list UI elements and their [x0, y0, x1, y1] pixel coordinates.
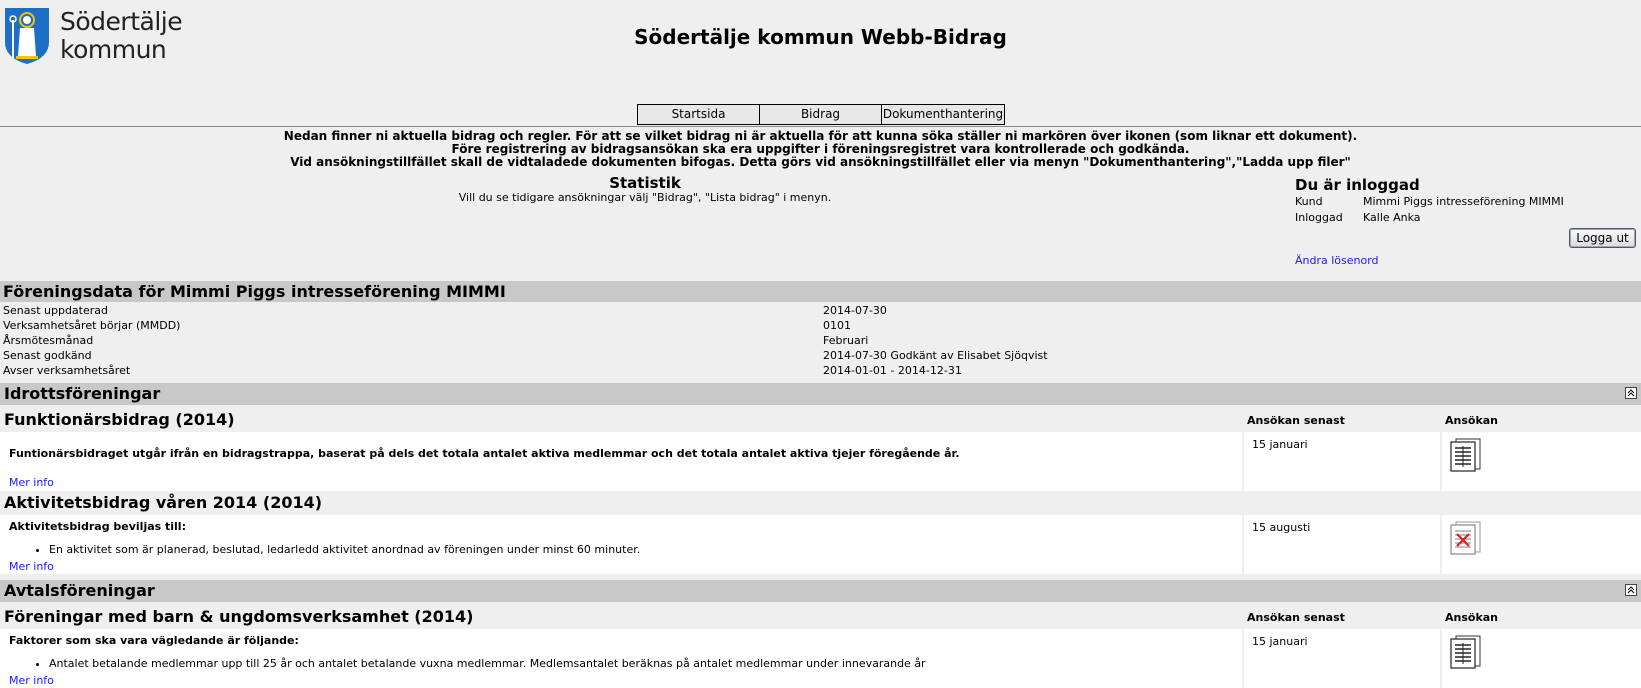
org-key: Senast godkänd [3, 349, 92, 362]
login-info: Du är inloggad Kund Mimmi Piggs intresse… [1295, 176, 1640, 267]
customer-value: Mimmi Piggs intresseförening MIMMI [1363, 195, 1564, 208]
nav-tab-dokumenthantering[interactable]: Dokumenthantering [882, 105, 1004, 124]
org-value: 2014-07-30 Godkänt av Elisabet Sjöqvist [823, 349, 1048, 362]
notice: Nedan finner ni aktuella bidrag och regl… [0, 130, 1641, 169]
grant-bullet: En aktivitet som är planerad, beslutad, … [49, 543, 640, 556]
change-password-link[interactable]: Ändra lösenord [1295, 254, 1379, 267]
grant-header: Funktionärsbidrag (2014) Ansökan senast … [0, 409, 1641, 431]
logout-button[interactable]: Logga ut [1569, 228, 1636, 248]
login-customer-row: Kund Mimmi Piggs intresseförening MIMMI [1295, 194, 1640, 210]
grant-title: Föreningar med barn & ungdomsverksamhet … [4, 607, 474, 626]
user-label: Inloggad [1295, 211, 1343, 224]
grant-body: Funtionärsbidraget utgår ifrån en bidrag… [0, 432, 1641, 491]
more-info-link[interactable]: Mer info [9, 476, 54, 489]
grant-desc-text: Aktivitetsbidrag beviljas till: [9, 520, 186, 533]
section-avtal-bar: Avtalsföreningar [0, 580, 1641, 602]
document-icon[interactable] [1450, 438, 1482, 472]
section-title: Idrottsföreningar [4, 384, 161, 403]
org-row: Senast uppdaterad 2014-07-30 [3, 303, 1403, 318]
grant-deadline: 15 januari [1246, 432, 1442, 491]
header-divider [0, 126, 1641, 127]
org-header: Föreningsdata för Mimmi Piggs intressefö… [0, 281, 1641, 302]
site-title: Södertälje kommun Webb-Bidrag [634, 25, 1007, 49]
org-value: 0101 [823, 319, 851, 332]
nav-tab-bidrag[interactable]: Bidrag [760, 105, 882, 124]
login-user-row: Inloggad Kalle Anka [1295, 210, 1640, 226]
section-title: Avtalsföreningar [4, 581, 155, 600]
org-key: Avser verksamhetsåret [3, 364, 131, 377]
org-row: Avser verksamhetsåret 2014-01-01 - 2014-1… [3, 363, 1403, 378]
grant-header: Aktivitetsbidrag våren 2014 (2014) [0, 492, 1641, 514]
grant-description: Funtionärsbidraget utgår ifrån en bidrag… [0, 432, 1244, 491]
grant-apply-cell [1444, 432, 1641, 491]
org-title: Föreningsdata för Mimmi Piggs intressefö… [3, 282, 506, 301]
section-idrott-bar: Idrottsföreningar [0, 383, 1641, 405]
grant-deadline: 15 augusti [1246, 515, 1442, 574]
grant-description: Faktorer som ska vara vägledande är följ… [0, 629, 1244, 688]
col-deadline-header: Ansökan senast [1247, 611, 1345, 624]
col-apply-header: Ansökan [1445, 611, 1499, 624]
org-row: Verksamhetsåret börjar (MMDD) 0101 [3, 318, 1403, 333]
grant-desc-text: Faktorer som ska vara vägledande är följ… [9, 634, 299, 647]
main-nav: Startsida Bidrag Dokumenthantering [637, 104, 1005, 125]
collapse-up-icon[interactable] [1625, 387, 1637, 399]
document-disabled-icon [1450, 521, 1481, 555]
nav-tab-startsida[interactable]: Startsida [638, 105, 760, 124]
grant-apply-cell [1444, 515, 1641, 574]
document-icon[interactable] [1450, 635, 1482, 669]
statistics-heading: Statistik [609, 174, 681, 192]
col-apply-header: Ansökan [1445, 414, 1499, 427]
org-row: Årsmötesmånad Februari [3, 333, 1403, 348]
statistics-text: Vill du se tidigare ansökningar välj "Bi… [458, 191, 832, 204]
collapse-up-icon[interactable] [1625, 584, 1637, 596]
notice-line-3: Vid ansökningstillfället skall de vidtal… [290, 155, 1351, 169]
grant-apply-cell [1444, 629, 1641, 688]
more-info-link[interactable]: Mer info [9, 674, 69, 687]
grant-bullet-list: En aktivitet som är planerad, beslutad, … [49, 543, 640, 556]
org-value: Februari [823, 334, 869, 347]
header: Södertälje kommun Södertälje kommun Webb… [0, 0, 1641, 126]
org-row: Senast godkänd 2014-07-30 Godkänt av Elis… [3, 348, 1403, 363]
org-value: 2014-07-30 [823, 304, 887, 317]
org-value: 2014-01-01 - 2014-12-31 [823, 364, 962, 377]
grant-title: Funktionärsbidrag (2014) [4, 410, 235, 429]
login-heading: Du är inloggad [1295, 176, 1420, 194]
grant-desc-text: Funtionärsbidraget utgår ifrån en bidrag… [9, 447, 960, 460]
grant-body: Aktivitetsbidrag beviljas till: En aktiv… [0, 515, 1641, 574]
grant-bullet-list: Antalet betalande medlemmar upp till 25 … [49, 657, 926, 670]
grant-bullet: Antalet betalande medlemmar upp till 25 … [49, 657, 926, 670]
grant-deadline: 15 januari [1246, 629, 1442, 688]
grant-title: Aktivitetsbidrag våren 2014 (2014) [4, 493, 323, 512]
grant-description: Aktivitetsbidrag beviljas till: En aktiv… [0, 515, 1244, 574]
org-key: Verksamhetsåret börjar (MMDD) [3, 319, 181, 332]
org-key: Årsmötesmånad [3, 334, 94, 347]
user-value: Kalle Anka [1363, 211, 1421, 224]
grant-body: Faktorer som ska vara vägledande är följ… [0, 629, 1641, 688]
more-info-link[interactable]: Mer info [9, 560, 69, 573]
customer-label: Kund [1295, 195, 1323, 208]
org-key: Senast uppdaterad [3, 304, 108, 317]
statistics: Statistik Vill du se tidigare ansökninga… [420, 175, 870, 205]
grant-header: Föreningar med barn & ungdomsverksamhet … [0, 606, 1641, 628]
col-deadline-header: Ansökan senast [1247, 414, 1345, 427]
org-data: Senast uppdaterad 2014-07-30 Verksamhetså… [3, 303, 1403, 378]
